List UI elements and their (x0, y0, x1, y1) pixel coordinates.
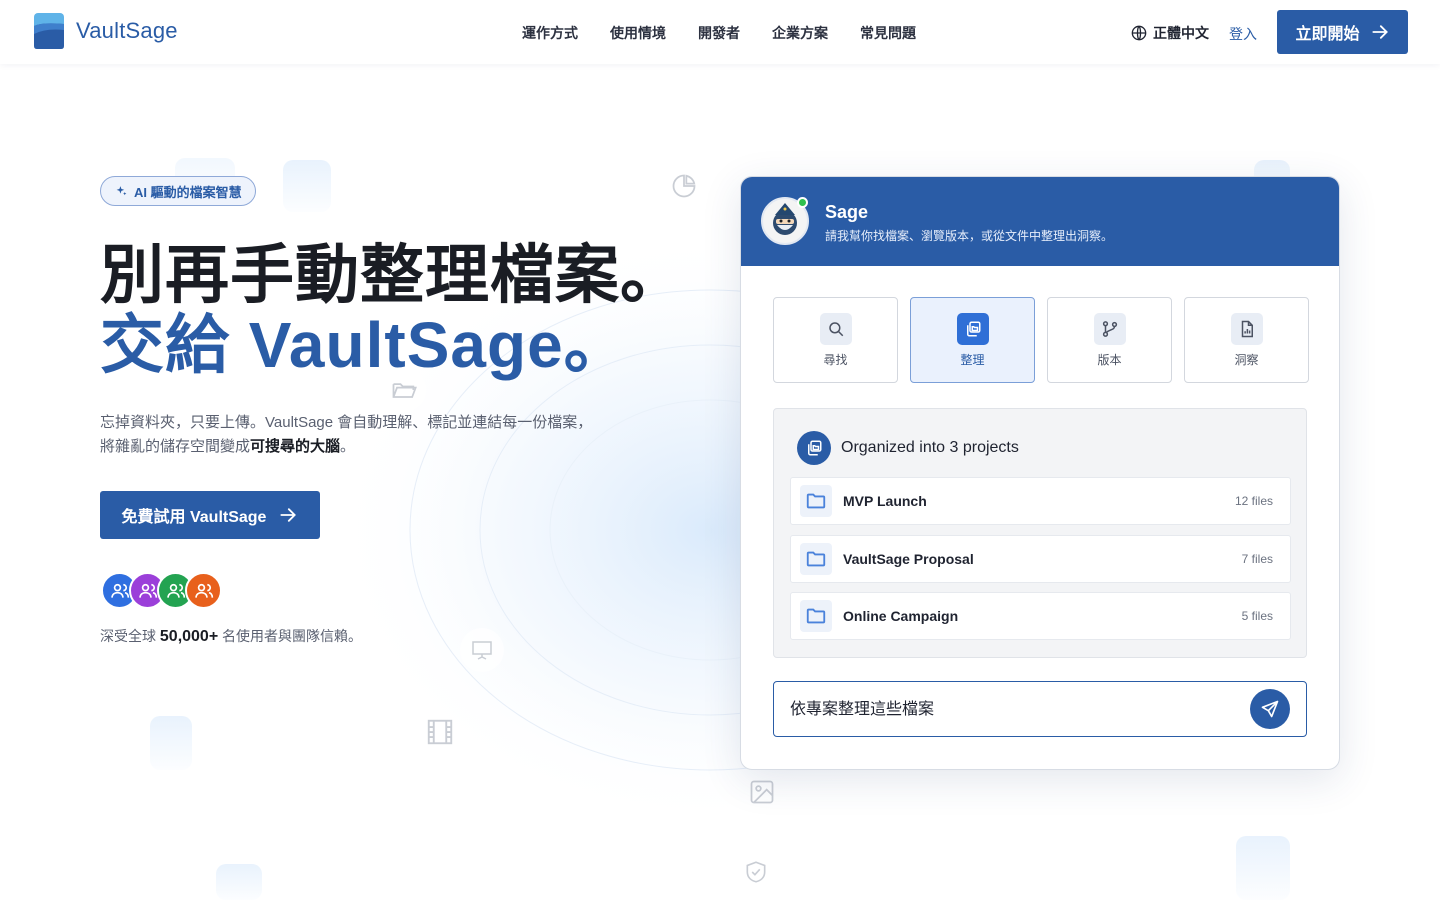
hero-desc-line2-pre: 將雜亂的儲存空間變成 (100, 438, 251, 455)
get-started-button[interactable]: 立即開始 (1277, 10, 1408, 54)
project-row[interactable]: Online Campaign 5 files (790, 592, 1291, 640)
results-header: Organized into 3 projects (797, 431, 1019, 465)
trust-suffix: 名使用者與團隊信賴。 (218, 628, 363, 644)
project-row[interactable]: MVP Launch 12 files (790, 477, 1291, 525)
film-icon (418, 710, 462, 754)
pie-chart-icon (662, 164, 706, 208)
decor-tile (283, 160, 331, 212)
main-nav: 運作方式 使用情境 開發者 企業方案 常見問題 (522, 23, 948, 43)
send-button[interactable] (1250, 689, 1290, 729)
organize-results-panel: Organized into 3 projects MVP Launch 12 … (773, 408, 1307, 658)
organize-icon (797, 431, 831, 465)
mode-versions-label: 版本 (1097, 352, 1122, 367)
shield-check-icon (734, 850, 778, 894)
report-icon (1230, 312, 1263, 345)
hero-desc-line1: 忘掉資料夾，只要上傳。VaultSage 會自動理解、標記並連結每一份檔案， (100, 414, 593, 431)
hero-desc-highlight: 可搜尋的大腦 (250, 438, 341, 455)
chat-input[interactable] (790, 698, 1230, 716)
hero-desc-line2-post: 。 (340, 438, 356, 455)
mode-insights-label: 洞察 (1234, 352, 1259, 367)
trust-prefix: 深受全球 (100, 628, 160, 644)
users-icon (110, 583, 129, 598)
nav-item-enterprise[interactable]: 企業方案 (772, 23, 828, 43)
sparkle-icon (116, 185, 127, 195)
logo-mark-icon (34, 13, 64, 49)
folder-icon (800, 543, 832, 575)
hero-title-line1: 別再手動整理檔案。 (100, 239, 685, 311)
ai-badge: AI 驅動的檔案智慧 (100, 176, 256, 206)
arrow-right-icon (1371, 25, 1388, 39)
decor-tile (150, 716, 192, 770)
folder-icon (800, 600, 832, 632)
user-avatars (101, 572, 222, 609)
mode-insights[interactable]: 洞察 (1184, 297, 1309, 383)
hero-title-line2: 交給 VaultSage。 (100, 309, 629, 381)
hero-description: 忘掉資料夾，只要上傳。VaultSage 會自動理解、標記並連結每一份檔案， 將… (100, 411, 660, 459)
branch-icon (1093, 312, 1126, 345)
brand-name: VaultSage (76, 18, 178, 43)
nav-item-developers[interactable]: 開發者 (698, 23, 740, 43)
brand-logo[interactable]: VaultSage (32, 12, 178, 50)
login-link[interactable]: 登入 (1229, 24, 1257, 44)
mode-find-label: 尋找 (823, 352, 848, 367)
mode-organize[interactable]: 整理 (910, 297, 1035, 383)
ai-badge-label: AI 驅動的檔案智慧 (134, 184, 242, 200)
assistant-subtitle: 請我幫你找檔案、瀏覽版本，或從文件中整理出洞察。 (825, 229, 1114, 243)
online-status-dot (797, 197, 808, 208)
users-icon (166, 583, 185, 598)
project-row[interactable]: VaultSage Proposal 7 files (790, 535, 1291, 583)
globe-icon (1131, 25, 1147, 41)
project-name: VaultSage Proposal (843, 551, 974, 567)
free-trial-button[interactable]: 免費試用 VaultSage (100, 491, 320, 539)
search-icon (819, 312, 852, 345)
chat-header: Sage 請我幫你找檔案、瀏覽版本，或從文件中整理出洞察。 (741, 177, 1339, 266)
send-icon (1261, 700, 1279, 718)
project-file-count: 7 files (1241, 552, 1273, 566)
mode-find[interactable]: 尋找 (773, 297, 898, 383)
project-file-count: 5 files (1241, 609, 1273, 623)
trust-text: 深受全球 50,000+ 名使用者與團隊信賴。 (100, 626, 362, 646)
results-title: Organized into 3 projects (841, 439, 1019, 456)
image-icon (740, 770, 784, 814)
project-file-count: 12 files (1234, 494, 1273, 508)
decor-tile (1236, 836, 1290, 900)
hero-title: 別再手動整理檔案。 交給 VaultSage。 (100, 240, 685, 380)
assistant-name: Sage (825, 202, 869, 222)
chat-composer (773, 681, 1307, 737)
language-switcher[interactable]: 正體中文 (1131, 23, 1209, 43)
presentation-icon (460, 628, 504, 672)
nav-item-how-it-works[interactable]: 運作方式 (522, 23, 578, 43)
users-icon (194, 583, 213, 598)
user-avatar (185, 572, 222, 609)
mode-versions[interactable]: 版本 (1047, 297, 1172, 383)
nav-item-use-cases[interactable]: 使用情境 (610, 23, 666, 43)
sage-chat-card: Sage 請我幫你找檔案、瀏覽版本，或從文件中整理出洞察。 尋找 整理 版本 洞… (740, 176, 1340, 770)
project-name: Online Campaign (843, 608, 959, 624)
users-icon (138, 583, 157, 598)
top-navbar: VaultSage 運作方式 使用情境 開發者 企業方案 常見問題 正體中文 登… (0, 0, 1440, 64)
decor-tile (216, 864, 262, 900)
nav-item-faq[interactable]: 常見問題 (860, 23, 916, 43)
trust-count: 50,000+ (159, 628, 219, 645)
mode-organize-label: 整理 (960, 352, 985, 367)
get-started-label: 立即開始 (1295, 26, 1360, 43)
project-name: MVP Launch (843, 493, 927, 509)
mode-tabs: 尋找 整理 版本 洞察 (773, 297, 1321, 383)
organize-icon (956, 312, 989, 345)
arrow-right-icon (280, 508, 297, 522)
language-label: 正體中文 (1153, 25, 1209, 41)
folder-icon (800, 485, 832, 517)
free-trial-label: 免費試用 VaultSage (121, 509, 267, 526)
